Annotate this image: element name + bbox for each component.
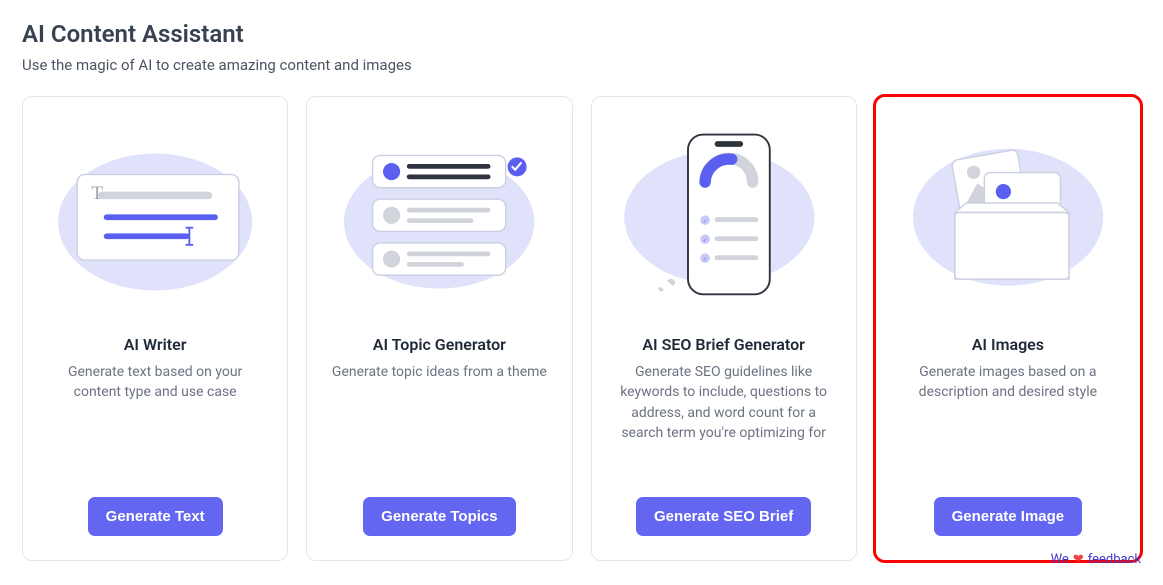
feedback-suffix: feedback (1088, 552, 1141, 567)
generate-seo-brief-button[interactable]: Generate SEO Brief (636, 497, 811, 536)
generate-image-button[interactable]: Generate Image (934, 497, 1083, 536)
heart-icon: ❤ (1073, 552, 1084, 567)
card-ai-topic-generator[interactable]: AI Topic Generator Generate topic ideas … (306, 96, 572, 561)
card-ai-images[interactable]: AI Images Generate images based on a des… (875, 96, 1141, 561)
card-description: Generate images based on a description a… (894, 362, 1122, 403)
card-description: Generate SEO guidelines like keywords to… (610, 362, 838, 443)
ai-seo-illustration: ✓ ✓ ✓ (610, 115, 838, 310)
ai-images-illustration (894, 115, 1122, 310)
card-title: AI Topic Generator (373, 335, 506, 354)
generate-text-button[interactable]: Generate Text (88, 497, 223, 536)
svg-text:✓: ✓ (702, 257, 707, 263)
card-title: AI Writer (124, 335, 187, 354)
card-ai-seo-brief-generator[interactable]: ✓ ✓ ✓ AI SEO Brief Generator Generate SE… (591, 96, 857, 561)
page-subtitle: Use the magic of AI to create amazing co… (22, 56, 1141, 74)
generate-topics-button[interactable]: Generate Topics (363, 497, 515, 536)
cards-row: T AI Writer Generate text based on your … (22, 96, 1141, 561)
card-title: AI Images (972, 335, 1044, 354)
feedback-link[interactable]: We ❤ feedback (1051, 552, 1141, 567)
card-description: Generate topic ideas from a theme (328, 362, 551, 382)
page-title: AI Content Assistant (22, 20, 1141, 48)
svg-text:✓: ✓ (702, 238, 707, 244)
svg-text:T: T (91, 183, 103, 204)
card-ai-writer[interactable]: T AI Writer Generate text based on your … (22, 96, 288, 561)
svg-text:✓: ✓ (702, 219, 707, 225)
feedback-prefix: We (1051, 552, 1069, 567)
card-title: AI SEO Brief Generator (642, 335, 805, 354)
ai-writer-illustration: T (41, 115, 269, 310)
ai-topic-illustration (325, 115, 553, 310)
card-description: Generate text based on your content type… (41, 362, 269, 403)
